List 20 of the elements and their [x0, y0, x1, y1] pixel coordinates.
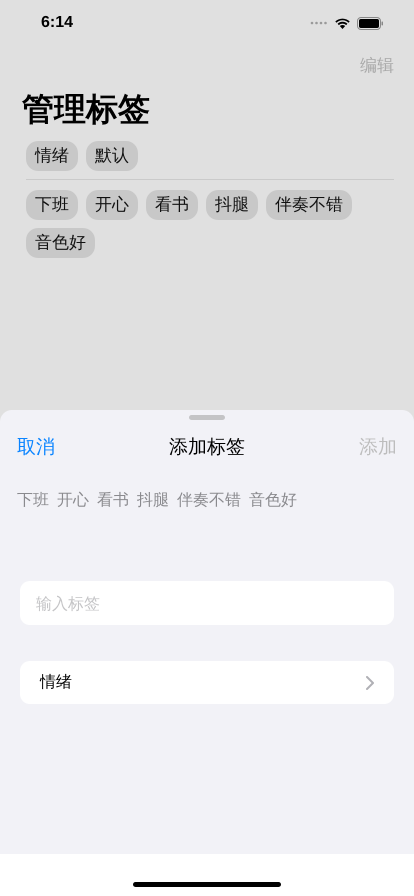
chevron-icon	[366, 676, 374, 690]
home-indicator[interactable]	[133, 882, 281, 887]
signal-icon	[310, 21, 328, 25]
tag-input-field[interactable]: 输入标签	[20, 581, 394, 625]
group-chip[interactable]: 情绪	[26, 141, 78, 171]
group-chip[interactable]: 默认	[86, 141, 138, 171]
sheet-title: 添加标签	[169, 435, 245, 460]
tag-chip[interactable]: 看书	[146, 190, 198, 220]
status-time: 6:14	[41, 14, 74, 32]
battery-icon	[357, 16, 384, 30]
page-title: 管理标签	[22, 89, 151, 129]
wifi-icon	[334, 17, 351, 29]
tag-chip[interactable]: 伴奏不错	[266, 190, 352, 220]
group-row-label: 情绪	[40, 672, 72, 693]
tag-chip[interactable]: 抖腿	[206, 190, 258, 220]
tag-chip[interactable]: 下班	[26, 190, 78, 220]
tag-chip[interactable]: 音色好	[26, 228, 95, 258]
sheet-grabber[interactable]	[189, 415, 225, 420]
tag-chip[interactable]: 开心	[86, 190, 138, 220]
group-row[interactable]: 情绪	[20, 661, 394, 704]
